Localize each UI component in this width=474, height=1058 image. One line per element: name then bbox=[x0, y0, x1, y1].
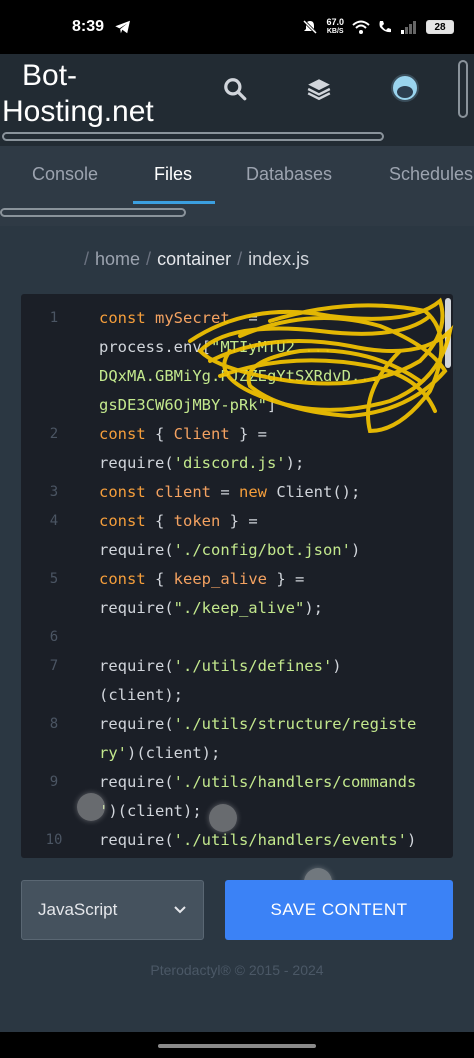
code-token: )(client); bbox=[108, 802, 202, 820]
code-text: const { keep_alive } = require("./keep_a… bbox=[99, 565, 439, 623]
code-token: Client(); bbox=[276, 483, 361, 501]
save-content-button[interactable]: SAVE CONTENT bbox=[225, 880, 453, 940]
breadcrumb-container[interactable]: container bbox=[157, 249, 231, 269]
language-select-value: JavaScript bbox=[38, 900, 118, 919]
brand-logo[interactable]: Bot- Hosting.net bbox=[2, 58, 192, 130]
footer-copyright: Pterodactyl® © 2015 - 2024 bbox=[150, 962, 324, 978]
code-identifier: token bbox=[173, 512, 221, 530]
code-text: const mySecret = process.env["MTIyMTU2 .… bbox=[99, 304, 439, 420]
code-token: ] bbox=[266, 396, 277, 414]
code-keyword: const bbox=[99, 425, 155, 443]
tab-console[interactable]: Console bbox=[32, 164, 98, 185]
code-string: 'discord.js' bbox=[173, 454, 286, 472]
breadcrumb-separator: / bbox=[84, 249, 90, 269]
line-number: 6 bbox=[49, 629, 59, 645]
code-token: )(client); bbox=[127, 744, 221, 762]
touch-indicator bbox=[77, 793, 105, 821]
telegram-icon bbox=[115, 20, 131, 34]
net-speed: 67.0 KB/S bbox=[326, 18, 344, 36]
code-identifier: Client bbox=[173, 425, 230, 443]
code-token: ); bbox=[285, 454, 305, 472]
editor-scrollbar[interactable] bbox=[445, 298, 451, 368]
brand-line2: Hosting.net bbox=[2, 95, 154, 128]
wifi-icon bbox=[352, 20, 370, 34]
code-token: ); bbox=[304, 599, 323, 617]
line-number: 4 bbox=[49, 513, 59, 529]
line-number: 10 bbox=[45, 832, 63, 848]
status-bar: 8:39 67.0 KB/S 28 bbox=[0, 0, 474, 54]
chevron-down-icon bbox=[174, 906, 186, 914]
code-string: './utils/handlers/events' bbox=[173, 831, 407, 849]
code-text: const client = new Client(); bbox=[99, 478, 439, 507]
line-number: 1 bbox=[49, 310, 59, 326]
line-number: 5 bbox=[49, 571, 59, 587]
line-number: 7 bbox=[49, 658, 59, 674]
breadcrumb-separator: / bbox=[146, 249, 152, 269]
code-token: require( bbox=[99, 773, 174, 791]
code-token: require( bbox=[99, 715, 174, 733]
code-token: require( bbox=[99, 831, 174, 849]
code-token: { bbox=[155, 425, 174, 443]
breadcrumb-separator: / bbox=[237, 249, 243, 269]
app-header: Bot- Hosting.net bbox=[0, 54, 474, 146]
code-string: "./keep_alive" bbox=[173, 599, 305, 617]
code-text: require('./utils/structure/registe ry')(… bbox=[99, 710, 439, 768]
system-nav-bar bbox=[0, 1032, 474, 1058]
header-scrollbar-horizontal[interactable] bbox=[2, 132, 384, 141]
call-icon bbox=[379, 21, 391, 33]
code-text: require('./utils/handlers/commands ')(cl… bbox=[99, 768, 439, 826]
net-speed-value: 67.0 bbox=[326, 17, 344, 27]
code-token: { bbox=[155, 512, 174, 530]
code-token: { bbox=[155, 570, 174, 588]
code-keyword: const bbox=[99, 309, 155, 327]
avatar-face bbox=[397, 86, 413, 98]
tab-files[interactable]: Files bbox=[154, 164, 192, 185]
code-token: ) bbox=[350, 541, 361, 559]
tab-databases[interactable]: Databases bbox=[246, 164, 332, 185]
search-icon[interactable] bbox=[222, 76, 248, 102]
line-number: 2 bbox=[49, 426, 59, 442]
breadcrumb-home[interactable]: home bbox=[95, 249, 140, 269]
layers-icon[interactable] bbox=[306, 76, 332, 102]
touch-indicator bbox=[209, 804, 237, 832]
line-number: 8 bbox=[49, 716, 59, 732]
status-time: 8:39 bbox=[72, 18, 105, 35]
status-icons: 67.0 KB/S 28 bbox=[302, 18, 454, 36]
breadcrumb: / home / container / index.js bbox=[84, 249, 309, 270]
code-identifier: client bbox=[155, 483, 211, 501]
code-text: const { Client } = require('discord.js')… bbox=[99, 420, 439, 478]
breadcrumb-file: index.js bbox=[248, 249, 310, 269]
code-identifier: mySecret bbox=[155, 309, 230, 327]
tabs-bar: Console Files Databases Schedules bbox=[0, 146, 474, 226]
net-speed-unit: KB/S bbox=[326, 28, 344, 35]
line-number: 9 bbox=[49, 774, 59, 790]
code-identifier: keep_alive bbox=[173, 570, 267, 588]
code-text: require('./utils/handlers/events') (clie… bbox=[99, 826, 439, 858]
signal-icon bbox=[401, 21, 416, 34]
home-gesture-handle[interactable] bbox=[158, 1044, 316, 1048]
line-number: 3 bbox=[49, 484, 59, 500]
code-string: './utils/defines' bbox=[173, 657, 333, 675]
code-keyword: const bbox=[99, 483, 155, 501]
code-keyword: const bbox=[99, 512, 155, 530]
avatar[interactable] bbox=[391, 74, 419, 102]
tab-schedules[interactable]: Schedules bbox=[389, 164, 473, 185]
code-text: const { token } = require('./config/bot.… bbox=[99, 507, 439, 565]
code-token: = bbox=[211, 483, 239, 501]
mute-icon bbox=[303, 19, 318, 35]
active-tab-indicator bbox=[133, 201, 215, 204]
header-scrollbar-vertical[interactable] bbox=[458, 60, 468, 118]
code-token: require( bbox=[99, 657, 174, 675]
code-keyword: const bbox=[99, 570, 155, 588]
brand-line1: Bot- bbox=[22, 59, 78, 92]
code-editor[interactable]: 1 const mySecret = process.env["MTIyMTU2 … bbox=[21, 294, 453, 858]
code-text: require('./utils/defines') (client); bbox=[99, 652, 439, 710]
language-select[interactable]: JavaScript bbox=[21, 880, 204, 940]
battery-indicator: 28 bbox=[426, 20, 454, 34]
main-content: / home / container / index.js 1 const mySecret… bbox=[0, 226, 474, 1032]
code-string: './config/bot.json' bbox=[173, 541, 351, 559]
code-keyword: new bbox=[239, 483, 277, 501]
tabs-scrollbar-horizontal[interactable] bbox=[0, 208, 186, 217]
